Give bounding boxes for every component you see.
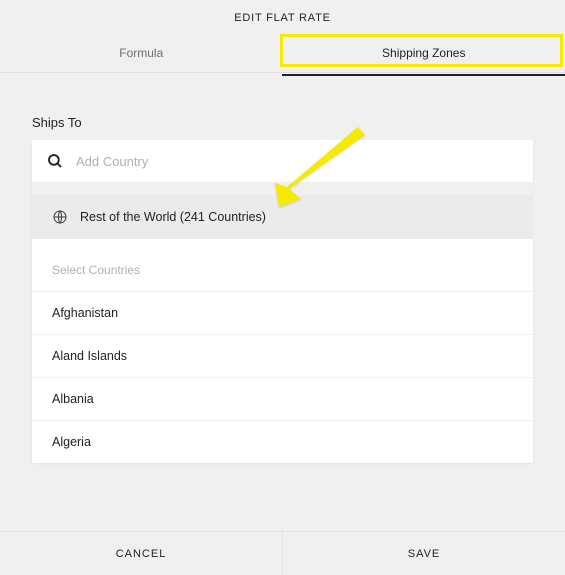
- footer-actions: CANCEL SAVE: [0, 531, 565, 575]
- active-tab-underline: [282, 74, 565, 76]
- tab-shipping-zones[interactable]: Shipping Zones: [283, 34, 565, 72]
- ships-to-label: Ships To: [32, 115, 533, 130]
- rest-of-world-label: Rest of the World (241 Countries): [80, 210, 266, 224]
- globe-icon: [52, 209, 68, 225]
- rest-of-world-row[interactable]: Rest of the World (241 Countries): [32, 195, 533, 239]
- list-item[interactable]: Afghanistan: [32, 291, 533, 334]
- modal-header: EDIT FLAT RATE Formula Shipping Zones: [0, 0, 565, 73]
- content-area: Ships To Rest of the World (241 Countrie…: [0, 73, 565, 483]
- panel-divider: [32, 183, 533, 195]
- countries-section: Select Countries Afghanistan Aland Islan…: [32, 239, 533, 463]
- cancel-button[interactable]: CANCEL: [0, 532, 283, 575]
- tab-formula-label: Formula: [119, 46, 163, 60]
- search-input[interactable]: [76, 154, 519, 169]
- list-item[interactable]: Algeria: [32, 420, 533, 463]
- page-title: EDIT FLAT RATE: [0, 0, 565, 34]
- list-item[interactable]: Albania: [32, 377, 533, 420]
- countries-panel: Rest of the World (241 Countries) Select…: [32, 140, 533, 463]
- tab-formula[interactable]: Formula: [0, 34, 283, 72]
- countries-header: Select Countries: [32, 257, 533, 291]
- search-row: [32, 140, 533, 183]
- tab-shipping-zones-label: Shipping Zones: [382, 46, 465, 60]
- tab-bar: Formula Shipping Zones: [0, 34, 565, 72]
- search-icon: [46, 152, 64, 170]
- list-item[interactable]: Aland Islands: [32, 334, 533, 377]
- save-button[interactable]: SAVE: [283, 532, 565, 575]
